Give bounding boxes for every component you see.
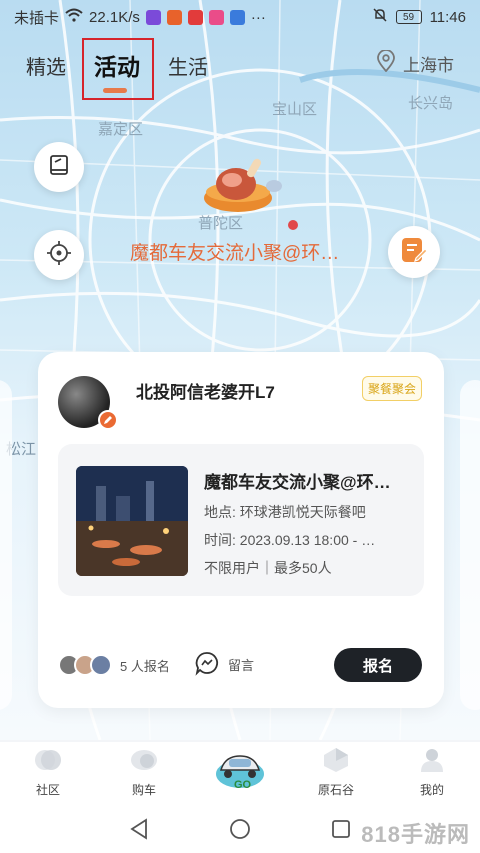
svg-text:GO: GO: [234, 779, 252, 791]
create-event-button[interactable]: [388, 226, 440, 278]
avatar: [90, 654, 112, 676]
nav-label: 我的: [419, 783, 444, 797]
app-notification-icon: [208, 9, 224, 25]
map-label: 嘉定区: [98, 121, 144, 138]
tab-active-indicator: [103, 88, 127, 93]
wifi-icon: [65, 8, 83, 26]
community-icon: [34, 747, 62, 773]
city-selector[interactable]: 上海市: [377, 49, 454, 77]
city-name: 上海市: [403, 56, 454, 75]
tab-life[interactable]: 生活: [168, 51, 208, 80]
notebook-button[interactable]: [34, 142, 84, 192]
app-notification-icon: [166, 9, 182, 25]
battery-icon: 59: [395, 10, 422, 24]
back-icon[interactable]: [129, 818, 149, 845]
comment-label: 留言: [228, 658, 255, 673]
signup-count: 5 人报名: [120, 658, 170, 674]
sim-status: 未插卡: [14, 9, 60, 27]
prev-card-peek[interactable]: [0, 380, 12, 710]
location-pin-icon: [377, 49, 395, 77]
buy-car-icon: [130, 747, 158, 773]
gem-icon: [322, 747, 350, 773]
map-marker-dot: [288, 220, 298, 230]
chat-bubble-icon: [194, 650, 220, 679]
watermark: 818手游网: [361, 822, 470, 847]
network-speed: 22.1K/s: [89, 8, 140, 26]
car-go-icon[interactable]: GO: [211, 744, 269, 792]
event-title: 魔都车友交流小聚@环…: [204, 473, 391, 492]
more-notifications-icon: ···: [250, 8, 266, 26]
map-label: 长兴岛: [408, 95, 454, 112]
map-event-title[interactable]: 魔都车友交流小聚@环…: [130, 238, 339, 265]
clock: 11:46: [429, 8, 466, 26]
next-card-peek[interactable]: [460, 380, 480, 710]
nav-label: 购车: [131, 783, 156, 797]
event-detail-box[interactable]: 魔都车友交流小聚@环… 地点: 环球港凯悦天际餐吧 时间: 2023.09.13…: [58, 444, 424, 596]
status-bar: 未插卡 22.1K/s ··· 59 11:46: [0, 0, 480, 34]
category-badge: 聚餐聚会: [361, 376, 422, 401]
event-card[interactable]: 北投阿信老婆开L7 聚餐聚会 魔都车友交流小聚@环… 地点: 环球港凯悦天际餐吧…: [38, 352, 444, 708]
locate-button[interactable]: [34, 230, 84, 280]
nav-label: 社区: [35, 783, 60, 797]
app-notification-icon: [229, 9, 245, 25]
verified-badge-icon: [98, 410, 118, 430]
app-notification-icon: [145, 9, 161, 25]
home-icon[interactable]: [229, 818, 251, 845]
profile-icon: [418, 747, 446, 773]
edit-note-icon: [398, 234, 430, 271]
recents-icon[interactable]: [331, 819, 351, 844]
nav-profile[interactable]: 我的: [384, 742, 480, 810]
nav-gem-valley[interactable]: 原石谷: [288, 742, 384, 810]
food-pin-icon[interactable]: [198, 148, 290, 220]
event-limits: 不限用户｜最多50人: [204, 560, 332, 576]
nav-community[interactable]: 社区: [0, 742, 96, 810]
nav-label: 原石谷: [317, 783, 354, 797]
comment-button[interactable]: 留言: [194, 650, 254, 679]
event-time: 时间: 2023.09.13 18:00 - …: [204, 532, 376, 548]
app-notification-icon: [187, 9, 203, 25]
battery-level: 59: [403, 11, 415, 23]
attendee-list[interactable]: 5 人报名: [58, 654, 170, 676]
crosshair-icon: [46, 240, 72, 271]
nav-buy-car[interactable]: 购车: [96, 742, 192, 810]
tab-featured[interactable]: 精选: [26, 51, 66, 80]
join-button[interactable]: 报名: [334, 648, 422, 682]
notebook-icon: [47, 153, 71, 182]
event-location: 地点: 环球港凯悦天际餐吧: [204, 504, 366, 520]
mute-icon: [372, 7, 388, 27]
event-image: [76, 466, 188, 576]
organizer-name[interactable]: 北投阿信老婆开L7: [136, 378, 275, 403]
map-label: 宝山区: [272, 101, 318, 118]
